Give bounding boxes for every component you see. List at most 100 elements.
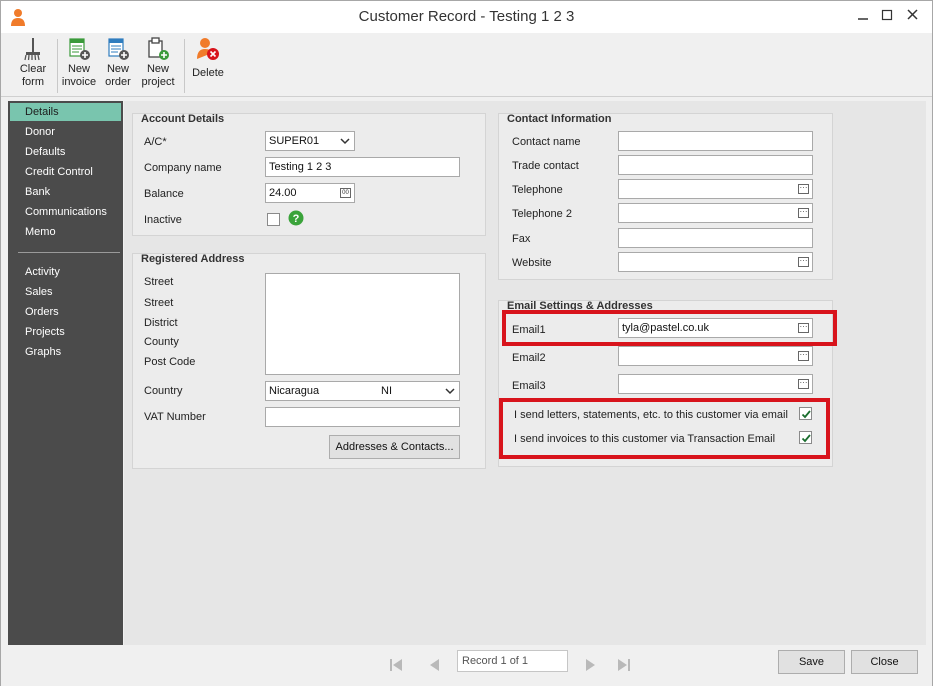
chevron-down-icon [445,388,455,395]
country-label: Country [144,385,183,397]
delete-button[interactable]: Delete [188,37,228,95]
ac-value: SUPER01 [269,135,320,147]
new-invoice-label-1: New [67,63,90,75]
street1-label: Street [144,276,174,288]
vat-number-input[interactable] [265,407,460,427]
sidebar-item-defaults[interactable]: Defaults [10,143,121,161]
email1-highlight [502,310,837,346]
new-project-label-1: New [146,63,169,75]
previous-record-icon[interactable] [427,657,443,673]
company-name-label: Company name [144,162,222,174]
new-invoice-icon [69,38,90,60]
next-record-icon[interactable] [582,657,598,673]
help-icon[interactable]: ? [288,210,304,226]
broom-icon [24,38,40,61]
telephone2-label: Telephone 2 [512,208,572,220]
customer-record-window: Customer Record - Testing 1 2 3 Clear fo… [0,0,933,686]
street2-label: Street [144,297,174,309]
new-project-label-2: project [141,76,175,88]
district-label: District [144,317,178,329]
sidebar-item-memo[interactable]: Memo [10,223,121,241]
sidebar: Details Donor Defaults Credit Control Ba… [8,101,123,645]
toolbar-separator [184,39,185,93]
balance-field[interactable]: 24.00 00 [265,183,355,203]
company-name-input[interactable]: Testing 1 2 3 [265,157,460,177]
sidebar-item-graphs[interactable]: Graphs [10,343,121,361]
contact-name-input[interactable] [618,131,813,151]
sidebar-item-orders[interactable]: Orders [10,303,121,321]
new-invoice-button[interactable]: New invoice [59,37,99,95]
clear-form-label-2: form [22,76,44,88]
addresses-contacts-button[interactable]: Addresses & Contacts... [329,435,460,459]
first-record-icon[interactable] [388,657,404,673]
delete-label: Delete [192,67,224,79]
chevron-down-icon [340,138,350,145]
vat-number-label: VAT Number [144,411,206,423]
svg-text:?: ? [293,213,300,225]
fax-input[interactable] [618,228,813,248]
email2-label: Email2 [512,352,546,364]
calculator-icon[interactable]: 00 [340,188,351,198]
postcode-label: Post Code [144,356,196,368]
country-combo[interactable]: Nicaragua NI [265,381,460,401]
ac-label: A/C* [144,136,167,148]
trade-contact-input[interactable] [618,155,813,175]
minimize-button[interactable] [851,5,875,25]
sidebar-item-donor[interactable]: Donor [10,123,121,141]
new-order-button[interactable]: New order [98,37,138,95]
delete-customer-icon [197,38,219,60]
registered-address-title: Registered Address [141,253,245,265]
trade-contact-label: Trade contact [512,160,579,172]
email-options-highlight [499,398,830,459]
registered-address-group: Registered Address Street Street Distric… [132,253,486,469]
email2-input[interactable]: ··· [618,346,813,366]
inactive-label: Inactive [144,214,182,226]
account-details-group: Account Details A/C* SUPER01 Company nam… [132,113,486,236]
country-code: NI [381,385,392,397]
balance-label: Balance [144,188,184,200]
toolbar-separator [57,39,58,93]
account-details-title: Account Details [141,113,225,125]
telephone-input[interactable]: ··· [618,179,813,199]
contact-information-title: Contact Information [507,113,612,125]
ellipsis-icon[interactable]: ··· [798,184,809,194]
clear-form-button[interactable]: Clear form [13,37,53,95]
sidebar-item-projects[interactable]: Projects [10,323,121,341]
record-navigation-bar: Record 1 of 1 Save Close [1,645,932,686]
ellipsis-icon[interactable]: ··· [798,379,809,389]
save-button[interactable]: Save [778,650,845,674]
address-textarea[interactable] [265,273,460,375]
ellipsis-icon[interactable]: ··· [798,257,809,267]
new-project-button[interactable]: New project [138,37,178,95]
last-record-icon[interactable] [616,657,632,673]
country-name: Nicaragua [269,385,320,397]
email3-input[interactable]: ··· [618,374,813,394]
sidebar-item-details[interactable]: Details [10,103,121,121]
close-button[interactable]: Close [851,650,918,674]
toolbar: Clear form New invoice New order New pro… [1,33,932,97]
window-title: Customer Record - Testing 1 2 3 [358,8,575,25]
new-project-icon [148,37,169,60]
email3-label: Email3 [512,380,546,392]
close-window-button[interactable] [901,5,925,25]
fax-label: Fax [512,233,531,245]
new-order-label-2: order [105,76,131,88]
telephone2-input[interactable]: ··· [618,203,813,223]
ac-combo[interactable]: SUPER01 [265,131,355,151]
ellipsis-icon[interactable]: ··· [798,351,809,361]
new-invoice-label-2: invoice [61,76,97,88]
sidebar-item-credit-control[interactable]: Credit Control [10,163,121,181]
maximize-button[interactable] [875,5,899,25]
inactive-checkbox[interactable] [267,213,280,226]
website-input[interactable]: ··· [618,252,813,272]
sidebar-item-sales[interactable]: Sales [10,283,121,301]
sidebar-item-bank[interactable]: Bank [10,183,121,201]
ellipsis-icon[interactable]: ··· [798,208,809,218]
record-counter: Record 1 of 1 [457,650,568,672]
sidebar-item-activity[interactable]: Activity [10,263,121,281]
new-order-icon [108,38,129,60]
sidebar-item-communications[interactable]: Communications [10,203,121,221]
new-order-label-1: New [106,63,129,75]
county-label: County [144,336,179,348]
title-bar: Customer Record - Testing 1 2 3 [1,1,932,33]
